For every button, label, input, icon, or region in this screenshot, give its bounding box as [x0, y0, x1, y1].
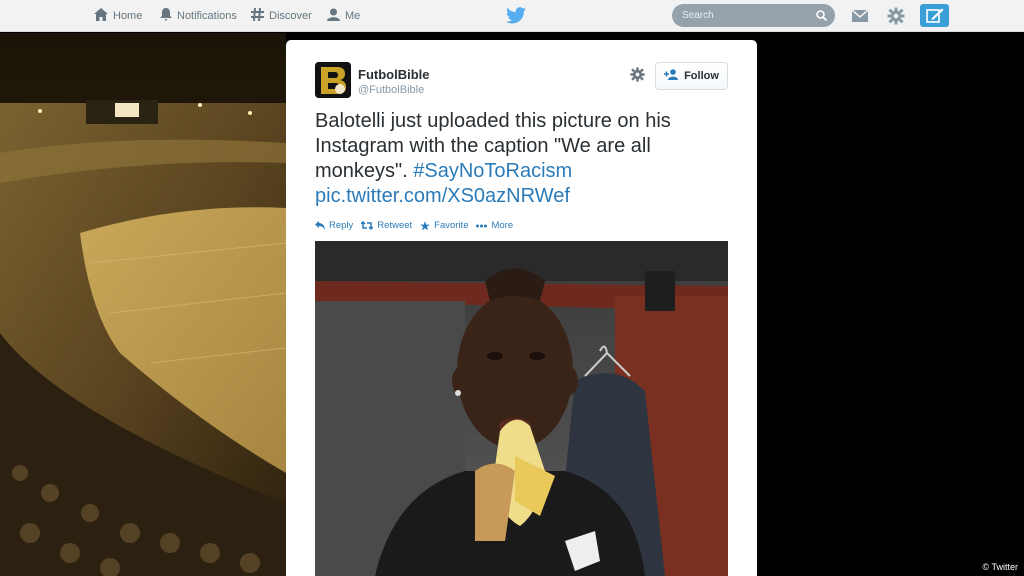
avatar[interactable]	[315, 62, 351, 98]
nav-discover-label: Discover	[269, 10, 312, 22]
nav-notifications-label: Notifications	[177, 10, 237, 22]
tweet-card: FutbolBible @FutbolBible Follow Balotell…	[286, 40, 757, 576]
nav-home-label: Home	[113, 10, 143, 22]
home-icon	[94, 8, 108, 24]
bell-icon	[160, 8, 172, 24]
follow-person-icon	[664, 69, 679, 83]
tweet-text: Balotelli just uploaded this picture on …	[315, 109, 735, 209]
compose-icon	[925, 8, 943, 23]
follow-button-label: Follow	[684, 70, 719, 82]
hashtag-link[interactable]: #SayNoToRacism	[413, 160, 572, 182]
envelope-icon[interactable]	[851, 7, 869, 25]
search-icon[interactable]	[816, 10, 827, 21]
retweet-label: Retweet	[377, 220, 413, 231]
retweet-icon	[361, 221, 374, 230]
hashtag-icon	[251, 7, 264, 24]
author-fullname[interactable]: FutbolBible	[358, 67, 430, 82]
reply-label: Reply	[329, 220, 354, 231]
nav-me[interactable]: Me	[327, 0, 360, 32]
tweet-photo[interactable]	[315, 241, 728, 576]
favorite-label: Favorite	[434, 220, 469, 231]
nav-home[interactable]: Home	[94, 0, 142, 32]
follow-button[interactable]: Follow	[655, 62, 728, 90]
author-handle[interactable]: @FutbolBible	[358, 84, 424, 96]
tweet-settings-gear-icon[interactable]	[630, 67, 645, 82]
nav-me-label: Me	[345, 10, 361, 22]
gear-icon[interactable]	[887, 7, 905, 25]
pic-link[interactable]: pic.twitter.com/XS0azNRWef	[315, 185, 570, 207]
person-icon	[327, 8, 340, 24]
compose-tweet-button[interactable]	[920, 4, 949, 27]
tweet-actions: Reply Retweet Favorite More	[315, 220, 521, 231]
star-icon	[420, 220, 431, 230]
twitter-bird-icon[interactable]	[506, 7, 526, 24]
favorite-button[interactable]: Favorite	[420, 220, 468, 231]
stadium-background-image	[0, 33, 286, 576]
image-credit: © Twitter	[982, 562, 1018, 572]
search-input[interactable]	[672, 4, 835, 27]
more-button[interactable]: More	[476, 220, 513, 231]
top-navigation-bar: Home Notifications Discover Me	[0, 0, 1024, 32]
nav-discover[interactable]: Discover	[251, 0, 312, 32]
reply-button[interactable]: Reply	[315, 220, 353, 231]
more-dots-icon	[476, 224, 488, 227]
nav-notifications[interactable]: Notifications	[160, 0, 237, 32]
retweet-button[interactable]: Retweet	[361, 220, 412, 231]
reply-icon	[315, 221, 325, 230]
more-label: More	[491, 220, 514, 231]
